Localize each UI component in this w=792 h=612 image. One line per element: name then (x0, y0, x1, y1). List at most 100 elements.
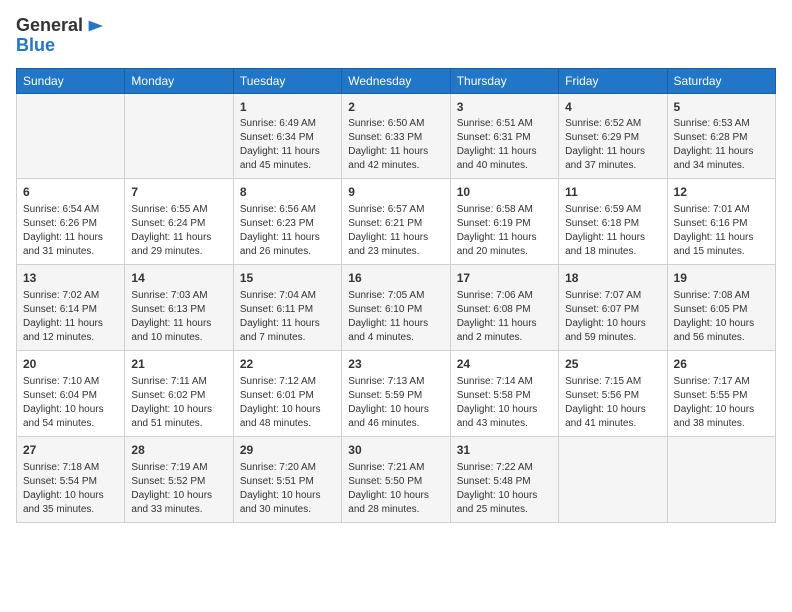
day-header-friday: Friday (559, 68, 667, 93)
calendar-cell: 3Sunrise: 6:51 AM Sunset: 6:31 PM Daylig… (450, 93, 558, 179)
day-number: 13 (23, 270, 118, 287)
day-number: 17 (457, 270, 552, 287)
calendar-cell: 6 Sunrise: 6:54 AM Sunset: 6:26 PM Daylig… (17, 179, 125, 265)
calendar-cell: 12 Sunrise: 7:01 AM Sunset: 6:16 PM Dayli… (667, 179, 775, 265)
day-header-sunday: Sunday (17, 68, 125, 93)
week-row-2: 6 Sunrise: 6:54 AM Sunset: 6:26 PM Daylig… (17, 179, 776, 265)
calendar-cell (667, 436, 775, 522)
day-header-tuesday: Tuesday (233, 68, 341, 93)
day-number: 15 (240, 270, 335, 287)
cell-info: Sunrise: 7:10 AM Sunset: 6:04 PM Dayligh… (23, 375, 118, 431)
day-header-saturday: Saturday (667, 68, 775, 93)
calendar-cell: 11 Sunrise: 6:59 AM Sunset: 6:18 PM Dayli… (559, 179, 667, 265)
cell-info: Sunrise: 7:06 AM Sunset: 6:08 PM Dayligh… (457, 289, 552, 345)
cell-info: Sunrise: 7:01 AM Sunset: 6:16 PM Dayligh… (674, 203, 769, 259)
calendar-cell: 28 Sunrise: 7:19 AM Sunset: 5:52 PM Dayli… (125, 436, 233, 522)
calendar-cell: 31 Sunrise: 7:22 AM Sunset: 5:48 PM Dayli… (450, 436, 558, 522)
cell-info: Sunrise: 7:20 AM Sunset: 5:51 PM Dayligh… (240, 461, 335, 517)
calendar-cell: 10Sunrise: 6:58 AM Sunset: 6:19 PM Dayli… (450, 179, 558, 265)
day-number: 14 (131, 270, 226, 287)
day-number: 8 (240, 184, 335, 201)
day-number: 20 (23, 356, 118, 373)
day-number: 21 (131, 356, 226, 373)
calendar-body: 1Sunrise: 6:49 AM Sunset: 6:34 PM Daylig… (17, 93, 776, 522)
calendar-cell: 29 Sunrise: 7:20 AM Sunset: 5:51 PM Dayli… (233, 436, 341, 522)
calendar-cell: 27 Sunrise: 7:18 AM Sunset: 5:54 PM Dayli… (17, 436, 125, 522)
calendar-cell: 8Sunrise: 6:56 AM Sunset: 6:23 PM Daylig… (233, 179, 341, 265)
calendar-cell: 7 Sunrise: 6:55 AM Sunset: 6:24 PM Daylig… (125, 179, 233, 265)
cell-info: Sunrise: 6:49 AM Sunset: 6:34 PM Dayligh… (240, 117, 335, 173)
week-row-1: 1Sunrise: 6:49 AM Sunset: 6:34 PM Daylig… (17, 93, 776, 179)
calendar-cell: 21Sunrise: 7:11 AM Sunset: 6:02 PM Dayli… (125, 350, 233, 436)
calendar-cell: 17 Sunrise: 7:06 AM Sunset: 6:08 PM Dayli… (450, 265, 558, 351)
cell-info: Sunrise: 7:12 AM Sunset: 6:01 PM Dayligh… (240, 375, 335, 431)
day-number: 29 (240, 442, 335, 459)
calendar-cell: 23 Sunrise: 7:13 AM Sunset: 5:59 PM Dayli… (342, 350, 450, 436)
day-number: 31 (457, 442, 552, 459)
cell-info: Sunrise: 6:54 AM Sunset: 6:26 PM Dayligh… (23, 203, 118, 259)
calendar-cell: 16Sunrise: 7:05 AM Sunset: 6:10 PM Dayli… (342, 265, 450, 351)
cell-info: Sunrise: 6:57 AM Sunset: 6:21 PM Dayligh… (348, 203, 443, 259)
cell-info: Sunrise: 7:03 AM Sunset: 6:13 PM Dayligh… (131, 289, 226, 345)
day-number: 12 (674, 184, 769, 201)
day-number: 9 (348, 184, 443, 201)
day-number: 3 (457, 99, 552, 116)
day-number: 22 (240, 356, 335, 373)
calendar-cell (559, 436, 667, 522)
day-number: 7 (131, 184, 226, 201)
day-number: 25 (565, 356, 660, 373)
header-row: SundayMondayTuesdayWednesdayThursdayFrid… (17, 68, 776, 93)
cell-info: Sunrise: 7:19 AM Sunset: 5:52 PM Dayligh… (131, 461, 226, 517)
cell-info: Sunrise: 6:51 AM Sunset: 6:31 PM Dayligh… (457, 117, 552, 173)
calendar-cell: 4Sunrise: 6:52 AM Sunset: 6:29 PM Daylig… (559, 93, 667, 179)
calendar-cell (17, 93, 125, 179)
calendar-table: SundayMondayTuesdayWednesdayThursdayFrid… (16, 68, 776, 523)
calendar-cell: 14 Sunrise: 7:03 AM Sunset: 6:13 PM Dayli… (125, 265, 233, 351)
day-number: 4 (565, 99, 660, 116)
calendar-cell: 20 Sunrise: 7:10 AM Sunset: 6:04 PM Dayli… (17, 350, 125, 436)
cell-info: Sunrise: 7:13 AM Sunset: 5:59 PM Dayligh… (348, 375, 443, 431)
calendar-cell: 2Sunrise: 6:50 AM Sunset: 6:33 PM Daylig… (342, 93, 450, 179)
calendar-cell: 13Sunrise: 7:02 AM Sunset: 6:14 PM Dayli… (17, 265, 125, 351)
day-header-wednesday: Wednesday (342, 68, 450, 93)
cell-info: Sunrise: 7:21 AM Sunset: 5:50 PM Dayligh… (348, 461, 443, 517)
day-number: 5 (674, 99, 769, 116)
day-number: 23 (348, 356, 443, 373)
cell-info: Sunrise: 6:58 AM Sunset: 6:19 PM Dayligh… (457, 203, 552, 259)
cell-info: Sunrise: 7:18 AM Sunset: 5:54 PM Dayligh… (23, 461, 118, 517)
cell-info: Sunrise: 6:55 AM Sunset: 6:24 PM Dayligh… (131, 203, 226, 259)
cell-info: Sunrise: 7:22 AM Sunset: 5:48 PM Dayligh… (457, 461, 552, 517)
cell-info: Sunrise: 6:59 AM Sunset: 6:18 PM Dayligh… (565, 203, 660, 259)
cell-info: Sunrise: 7:04 AM Sunset: 6:11 PM Dayligh… (240, 289, 335, 345)
day-number: 11 (565, 184, 660, 201)
logo: General Blue (16, 16, 103, 56)
week-row-5: 27 Sunrise: 7:18 AM Sunset: 5:54 PM Dayli… (17, 436, 776, 522)
calendar-cell: 30 Sunrise: 7:21 AM Sunset: 5:50 PM Dayli… (342, 436, 450, 522)
calendar-cell: 22 Sunrise: 7:12 AM Sunset: 6:01 PM Dayli… (233, 350, 341, 436)
day-number: 26 (674, 356, 769, 373)
calendar-cell: 5Sunrise: 6:53 AM Sunset: 6:28 PM Daylig… (667, 93, 775, 179)
calendar-cell: 25Sunrise: 7:15 AM Sunset: 5:56 PM Dayli… (559, 350, 667, 436)
day-number: 2 (348, 99, 443, 116)
week-row-4: 20 Sunrise: 7:10 AM Sunset: 6:04 PM Dayli… (17, 350, 776, 436)
cell-info: Sunrise: 7:08 AM Sunset: 6:05 PM Dayligh… (674, 289, 769, 345)
day-number: 18 (565, 270, 660, 287)
calendar-cell: 18 Sunrise: 7:07 AM Sunset: 6:07 PM Dayli… (559, 265, 667, 351)
day-number: 6 (23, 184, 118, 201)
cell-info: Sunrise: 7:07 AM Sunset: 6:07 PM Dayligh… (565, 289, 660, 345)
day-header-thursday: Thursday (450, 68, 558, 93)
day-number: 27 (23, 442, 118, 459)
day-number: 30 (348, 442, 443, 459)
day-header-monday: Monday (125, 68, 233, 93)
cell-info: Sunrise: 6:50 AM Sunset: 6:33 PM Dayligh… (348, 117, 443, 173)
calendar-header: SundayMondayTuesdayWednesdayThursdayFrid… (17, 68, 776, 93)
calendar-cell: 26Sunrise: 7:17 AM Sunset: 5:55 PM Dayli… (667, 350, 775, 436)
day-number: 19 (674, 270, 769, 287)
calendar-cell: 1Sunrise: 6:49 AM Sunset: 6:34 PM Daylig… (233, 93, 341, 179)
calendar-cell (125, 93, 233, 179)
day-number: 28 (131, 442, 226, 459)
week-row-3: 13Sunrise: 7:02 AM Sunset: 6:14 PM Dayli… (17, 265, 776, 351)
day-number: 24 (457, 356, 552, 373)
calendar-cell: 9 Sunrise: 6:57 AM Sunset: 6:21 PM Daylig… (342, 179, 450, 265)
calendar-cell: 19 Sunrise: 7:08 AM Sunset: 6:05 PM Dayli… (667, 265, 775, 351)
